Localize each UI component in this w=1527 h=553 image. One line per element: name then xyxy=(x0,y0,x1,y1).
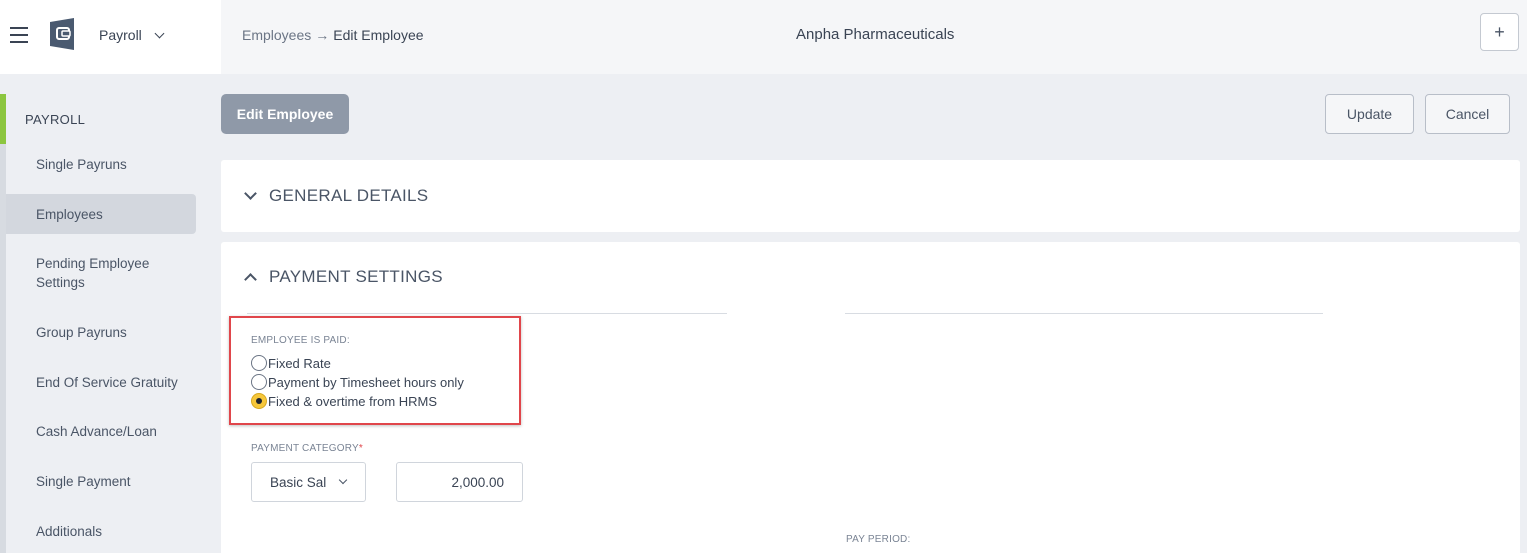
radio-button[interactable] xyxy=(251,374,267,390)
chevron-down-icon xyxy=(244,187,257,200)
sidebar-item-end-of-service-gratuity[interactable]: End Of Service Gratuity xyxy=(6,373,196,392)
payment-category-select[interactable]: Basic Sal xyxy=(251,462,366,502)
radio-label: Fixed Rate xyxy=(268,355,331,371)
payment-category-label-text: PAYMENT CATEGORY xyxy=(251,443,359,454)
breadcrumb-employees[interactable]: Employees xyxy=(242,27,311,43)
radio-fixed-overtime-hrms[interactable]: Fixed & overtime from HRMS xyxy=(251,393,437,409)
module-selector[interactable]: Payroll xyxy=(99,27,165,43)
radio-button-selected[interactable] xyxy=(251,393,267,409)
sidebar-item-group-payruns[interactable]: Group Payruns xyxy=(6,323,196,342)
wallet-logo-icon xyxy=(50,18,74,50)
chevron-down-icon xyxy=(339,475,348,485)
sidebar-item-cash-advance-loan[interactable]: Cash Advance/Loan xyxy=(6,422,196,441)
employee-is-paid-label: EMPLOYEE IS PAID: xyxy=(251,335,350,346)
payment-settings-title: PAYMENT SETTINGS xyxy=(269,267,443,286)
chevron-up-icon xyxy=(244,273,257,286)
update-button[interactable]: Update xyxy=(1325,94,1414,134)
menu-icon[interactable] xyxy=(10,27,28,43)
payment-settings-toggle[interactable]: PAYMENT SETTINGS xyxy=(244,267,443,287)
general-details-title: GENERAL DETAILS xyxy=(269,186,429,205)
company-name: Anpha Pharmaceuticals xyxy=(796,26,955,43)
payment-amount-input[interactable] xyxy=(396,462,523,502)
pay-period-label: PAY PERIOD: xyxy=(846,534,911,545)
column-divider-left xyxy=(247,313,727,314)
sidebar-item-single-payruns[interactable]: Single Payruns xyxy=(6,155,196,174)
module-label: Payroll xyxy=(99,27,142,43)
sidebar: PAYROLL Single Payruns Employees Pending… xyxy=(0,74,221,553)
page-title-badge: Edit Employee xyxy=(221,94,349,134)
payment-category-value: Basic Sal xyxy=(270,474,327,490)
radio-label: Payment by Timesheet hours only xyxy=(268,374,464,390)
sidebar-active-indicator xyxy=(0,94,6,144)
breadcrumb-current: Edit Employee xyxy=(333,27,424,43)
chevron-down-icon xyxy=(154,28,165,38)
payment-category-label: PAYMENT CATEGORY* xyxy=(251,443,363,454)
general-details-toggle[interactable]: GENERAL DETAILS xyxy=(244,186,429,206)
column-divider-right xyxy=(845,313,1323,314)
sidebar-item-pending-employee-settings[interactable]: Pending Employee Settings xyxy=(6,254,176,292)
breadcrumb-arrow-icon: → xyxy=(315,27,330,43)
sidebar-heading: PAYROLL xyxy=(25,112,86,127)
sidebar-item-single-payment[interactable]: Single Payment xyxy=(6,472,196,491)
radio-fixed-rate[interactable]: Fixed Rate xyxy=(251,355,331,371)
general-details-card: GENERAL DETAILS xyxy=(221,160,1520,232)
radio-button[interactable] xyxy=(251,355,267,371)
radio-label: Fixed & overtime from HRMS xyxy=(268,393,438,409)
radio-timesheet-hours[interactable]: Payment by Timesheet hours only xyxy=(251,374,464,390)
required-mark: * xyxy=(358,443,363,454)
add-button[interactable]: + xyxy=(1480,13,1519,51)
breadcrumb: Employees → Edit Employee xyxy=(242,27,424,43)
sidebar-item-employees[interactable]: Employees xyxy=(6,194,196,234)
cancel-button[interactable]: Cancel xyxy=(1425,94,1510,134)
sidebar-item-additionals[interactable]: Additionals xyxy=(6,522,196,541)
topbar-left: Payroll xyxy=(0,0,221,74)
